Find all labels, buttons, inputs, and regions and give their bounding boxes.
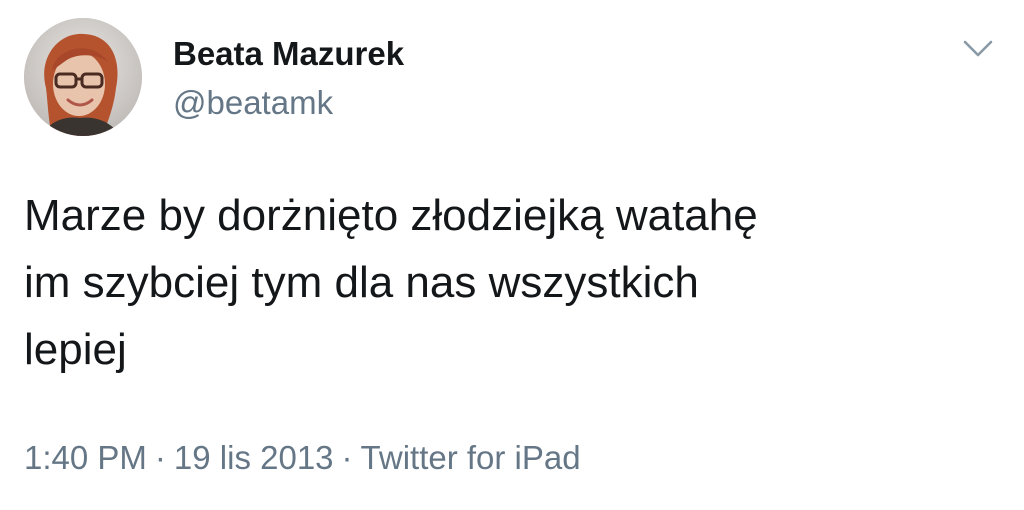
avatar[interactable] [24, 18, 142, 136]
tweet-menu-button[interactable] [962, 38, 994, 60]
tweet-text: Marze by dorżnięto złodziejką watahę im … [24, 191, 758, 374]
tweet-meta: 1:40 PM · 19 lis 2013 · Twitter for iPad [24, 436, 581, 480]
chevron-down-icon [963, 40, 993, 57]
tweet-date[interactable]: 19 lis 2013 [174, 439, 334, 476]
tweet-card: Beata Mazurek @beatamk Marze by dorżnięt… [0, 0, 1024, 510]
tweet-source[interactable]: Twitter for iPad [361, 439, 581, 476]
meta-separator: · [154, 439, 166, 476]
meta-separator: · [341, 439, 353, 476]
profile-photo-icon [24, 18, 142, 136]
tweet-time[interactable]: 1:40 PM [24, 439, 147, 476]
author-display-name[interactable]: Beata Mazurek [173, 34, 404, 74]
author-handle[interactable]: @beatamk [173, 83, 333, 123]
